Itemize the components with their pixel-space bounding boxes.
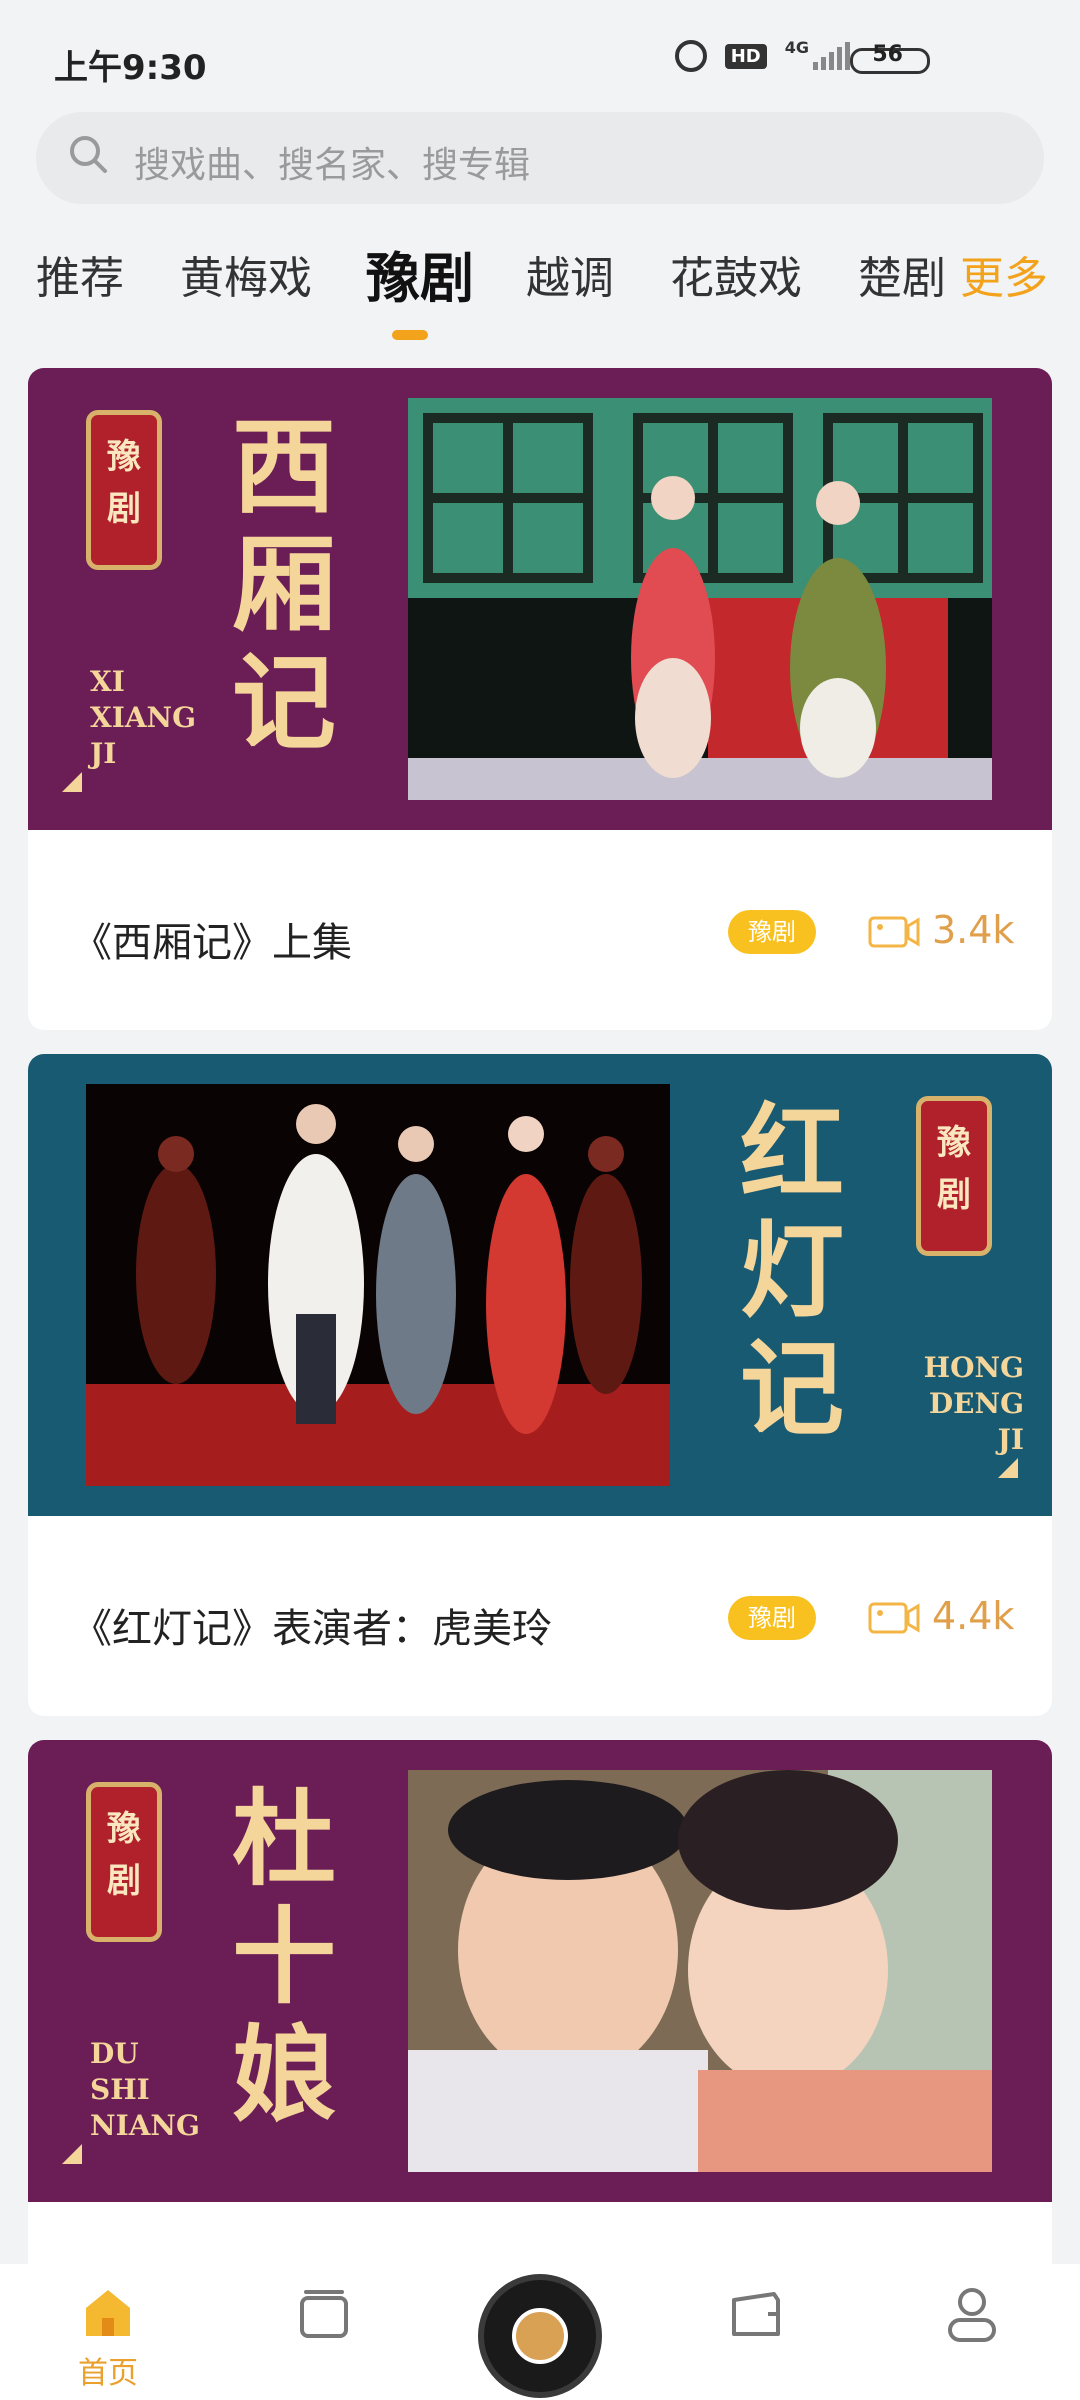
active-tab-indicator — [392, 330, 428, 340]
pinyin-line: SHI — [90, 2073, 150, 2106]
tab-yuediao[interactable]: 越调 — [526, 242, 614, 306]
alarm-icon — [674, 40, 707, 72]
bottom-nav: 首页 — [0, 2264, 1080, 2400]
stage-photo — [86, 1084, 670, 1486]
card-info: 《红灯记》表演者：虎美玲 豫剧 4.4k — [28, 1516, 1052, 1716]
tab-huaguxi[interactable]: 花鼓戏 — [670, 242, 802, 306]
tab-more[interactable]: 更多 — [960, 242, 1048, 306]
nav-library[interactable] — [264, 2264, 384, 2400]
seal-char: 豫 — [107, 437, 141, 477]
status-time: 上午9:30 — [54, 48, 207, 88]
seal-char: 豫 — [107, 1809, 141, 1849]
card-banner[interactable]: 豫 剧 西 厢 记 XI XIANG JI — [28, 368, 1052, 830]
banner-title-char: 灯 — [739, 1209, 844, 1332]
pinyin-line: NIANG — [90, 2109, 200, 2142]
search-placeholder[interactable]: 搜戏曲、搜名家、搜专辑 — [134, 136, 530, 188]
genre-seal: 豫 剧 — [86, 1782, 162, 1942]
banner-title-char: 十 — [231, 1895, 336, 2018]
network-label: 4G — [784, 37, 809, 57]
banner-pinyin: HONG DENG JI — [896, 1350, 1024, 1458]
pinyin-line: DU — [90, 2037, 139, 2070]
genre-badge: 豫剧 — [728, 1596, 816, 1640]
views-count: 4.4k — [932, 1594, 1015, 1638]
opera-card[interactable]: 豫 剧 西 厢 记 XI XIANG JI 《西厢记》上集 豫剧 3.4k — [28, 368, 1052, 1030]
pinyin-line: JI — [90, 737, 117, 770]
battery-level: 56 — [872, 42, 903, 67]
corner-mark — [998, 1458, 1018, 1478]
now-playing-record[interactable] — [478, 2274, 602, 2398]
banner-pinyin: XI XIANG JI — [90, 664, 196, 772]
banner-title-char: 红 — [739, 1091, 844, 1214]
opera-card[interactable]: 红 灯 记 豫 剧 HONG DENG JI 《红灯记》表演者：虎美玲 豫剧 4… — [28, 1054, 1052, 1716]
seal-char: 剧 — [937, 1175, 971, 1215]
banner-title-char: 厢 — [231, 523, 336, 646]
category-tabs: 推荐 黄梅戏 豫剧 越调 花鼓戏 楚剧 更多 — [0, 230, 1080, 340]
card-banner[interactable]: 红 灯 记 豫 剧 HONG DENG JI — [28, 1054, 1052, 1516]
seal-char: 剧 — [107, 1861, 141, 1901]
pinyin-line: XI — [90, 665, 125, 698]
genre-seal: 豫 剧 — [86, 410, 162, 570]
nav-home[interactable]: 首页 — [48, 2264, 168, 2400]
tab-recommend[interactable]: 推荐 — [36, 242, 124, 306]
card-banner[interactable]: 豫 剧 杜 十 娘 DU SHI NIANG — [28, 1740, 1052, 2202]
stage-photo — [408, 1770, 992, 2172]
seal-char: 剧 — [107, 489, 141, 529]
signal-icon — [813, 42, 850, 70]
banner-title: 西 厢 记 — [224, 408, 344, 762]
tab-yuju[interactable]: 豫剧 — [366, 234, 474, 313]
banner-title: 红 灯 记 — [732, 1094, 852, 1448]
pinyin-line: HONG — [923, 1351, 1024, 1384]
nav-profile[interactable] — [912, 2264, 1032, 2400]
home-icon — [86, 2290, 130, 2336]
search-bar[interactable]: 搜戏曲、搜名家、搜专辑 — [36, 112, 1044, 204]
library-icon — [300, 2290, 348, 2338]
seal-char: 豫 — [937, 1123, 971, 1163]
status-bar: 上午9:30 HD 4G 56 — [0, 0, 1080, 110]
wallet-icon — [732, 2292, 780, 2336]
card-title[interactable]: 《红灯记》表演者：虎美玲 — [72, 1596, 552, 1654]
nav-wallet[interactable] — [696, 2264, 816, 2400]
pinyin-line: DENG — [928, 1387, 1024, 1420]
banner-title-char: 记 — [739, 1327, 844, 1450]
pinyin-line: JI — [997, 1423, 1024, 1456]
banner-title: 杜 十 娘 — [224, 1780, 344, 2134]
nav-home-label: 首页 — [78, 2356, 138, 2391]
tab-huangmeixi[interactable]: 黄梅戏 — [180, 242, 312, 306]
corner-mark — [62, 2144, 82, 2164]
opera-card[interactable]: 豫 剧 杜 十 娘 DU SHI NIANG — [28, 1740, 1052, 2264]
record-label — [512, 2308, 568, 2364]
hd-icon: HD — [724, 43, 767, 69]
banner-pinyin: DU SHI NIANG — [90, 2036, 200, 2144]
video-views-icon — [868, 1602, 920, 1634]
banner-title-char: 记 — [231, 641, 336, 764]
tab-chuju[interactable]: 楚剧 — [858, 242, 946, 306]
banner-title-char: 西 — [231, 405, 336, 528]
genre-seal: 豫 剧 — [916, 1096, 992, 1256]
views-count: 3.4k — [932, 908, 1015, 952]
search-icon — [70, 136, 107, 173]
profile-icon — [948, 2288, 996, 2342]
banner-title-char: 娘 — [231, 2013, 336, 2136]
status-icons: HD 4G — [674, 37, 850, 72]
banner-title-char: 杜 — [231, 1777, 336, 1900]
card-title[interactable]: 《西厢记》上集 — [72, 910, 352, 968]
corner-mark — [62, 772, 82, 792]
card-info: 《西厢记》上集 豫剧 3.4k — [28, 830, 1052, 1030]
genre-badge: 豫剧 — [728, 910, 816, 954]
stage-photo — [408, 398, 992, 800]
pinyin-line: XIANG — [90, 701, 197, 734]
video-views-icon — [868, 916, 920, 948]
